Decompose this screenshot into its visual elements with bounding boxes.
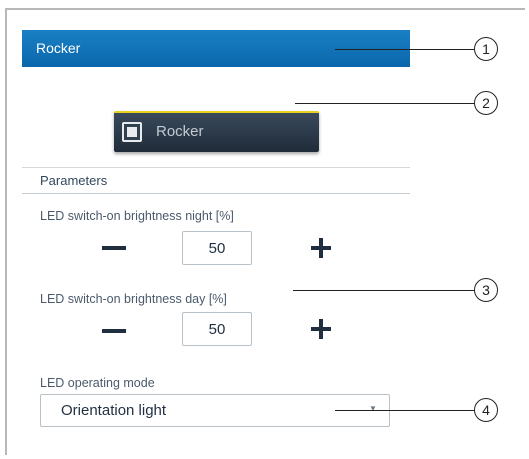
night-brightness-label: LED switch-on brightness night [%] [40,209,234,223]
day-brightness-input[interactable] [182,312,252,346]
day-decrease-button[interactable] [102,329,126,333]
rocker-button[interactable]: Rocker [114,111,319,152]
page-title: Rocker [36,40,81,56]
night-brightness-input[interactable] [182,231,252,265]
callout-line-4 [335,410,475,411]
callout-4: 4 [474,398,498,422]
parameters-section-header: Parameters [22,167,410,194]
day-brightness-label: LED switch-on brightness day [%] [40,292,227,306]
operating-mode-label: LED operating mode [40,376,155,390]
night-increase-button[interactable] [311,238,331,258]
rocker-button-label: Rocker [156,123,204,140]
chevron-down-icon: ▼ [369,404,377,413]
callout-1: 1 [474,37,498,61]
callout-line-1 [335,49,475,50]
callout-2: 2 [474,91,498,115]
rocker-square-icon [122,122,142,142]
day-increase-button[interactable] [311,319,331,339]
callout-3: 3 [474,278,498,302]
callout-line-3 [293,290,475,291]
callout-line-2 [295,103,475,104]
parameters-title: Parameters [40,173,108,188]
night-decrease-button[interactable] [102,246,126,250]
operating-mode-value: Orientation light [61,402,167,419]
